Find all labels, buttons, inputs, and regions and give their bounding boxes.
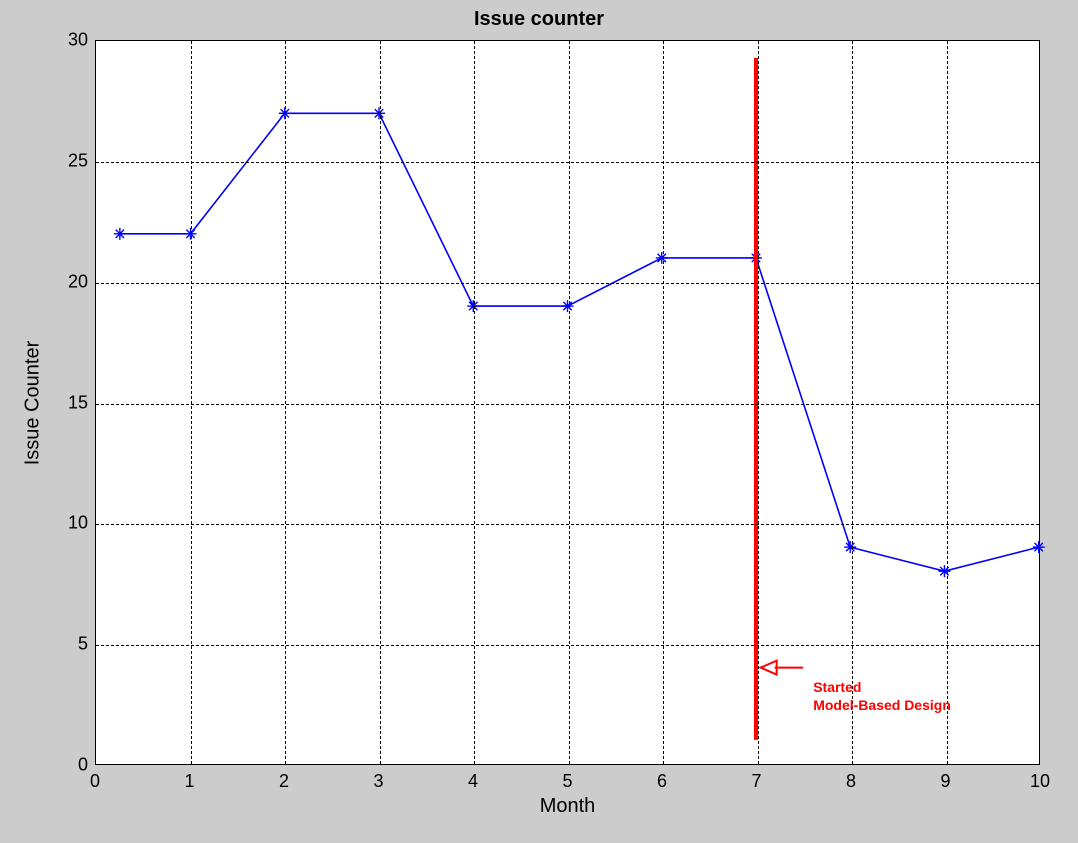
y-tick-label: 0 xyxy=(60,755,88,776)
x-tick-label: 5 xyxy=(562,771,572,792)
grid-line-h xyxy=(96,645,1039,646)
grid-line-h xyxy=(96,524,1039,525)
grid-line-v xyxy=(285,41,286,764)
grid-line-h xyxy=(96,162,1039,163)
data-marker xyxy=(1033,541,1045,553)
x-tick-label: 7 xyxy=(751,771,761,792)
grid-line-v xyxy=(569,41,570,764)
grid-line-v xyxy=(191,41,192,764)
x-tick-label: 0 xyxy=(90,771,100,792)
y-tick-label: 15 xyxy=(60,392,88,413)
x-tick-label: 4 xyxy=(468,771,478,792)
x-tick-label: 10 xyxy=(1030,771,1050,792)
y-tick-label: 5 xyxy=(60,634,88,655)
data-layer xyxy=(96,41,1039,764)
data-marker xyxy=(562,300,574,312)
x-tick-label: 8 xyxy=(846,771,856,792)
x-tick-label: 6 xyxy=(657,771,667,792)
grid-line-v xyxy=(758,41,759,764)
chart-title: Issue counter xyxy=(0,8,1078,31)
y-tick-label: 25 xyxy=(60,150,88,171)
annotation-arrow-icon xyxy=(761,661,803,675)
y-tick-label: 20 xyxy=(60,271,88,292)
x-tick-label: 9 xyxy=(940,771,950,792)
data-marker xyxy=(938,565,950,577)
data-marker xyxy=(114,228,126,240)
y-axis-label: Issue Counter xyxy=(22,340,45,465)
y-tick-label: 10 xyxy=(60,513,88,534)
y-tick-label: 30 xyxy=(60,30,88,51)
x-tick-label: 2 xyxy=(279,771,289,792)
data-marker xyxy=(844,541,856,553)
grid-line-v xyxy=(852,41,853,764)
x-tick-label: 3 xyxy=(373,771,383,792)
grid-line-v xyxy=(663,41,664,764)
series-line xyxy=(120,113,1039,571)
grid-line-v xyxy=(947,41,948,764)
x-axis-label: Month xyxy=(540,795,596,818)
grid-line-h xyxy=(96,404,1039,405)
plot-area xyxy=(95,40,1040,765)
grid-line-h xyxy=(96,283,1039,284)
grid-line-v xyxy=(474,41,475,764)
x-tick-label: 1 xyxy=(184,771,194,792)
figure: Issue counter Month Issue Counter 0 1 2 3 4 5… xyxy=(0,0,1078,843)
data-marker xyxy=(656,252,668,264)
grid-line-v xyxy=(380,41,381,764)
annotation-text: StartedModel-Based Design xyxy=(813,678,951,714)
